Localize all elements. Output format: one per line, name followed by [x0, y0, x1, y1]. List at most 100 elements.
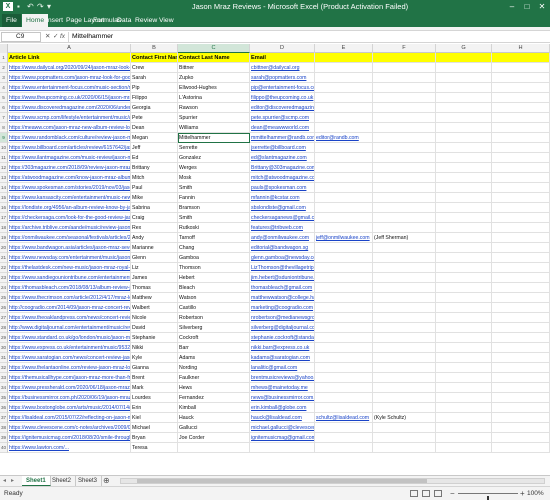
cell-a5[interactable]: https://www.theupcoming.co.uk/2020/06/15…: [8, 93, 131, 103]
cell-h8[interactable]: [492, 123, 550, 133]
cell-f1[interactable]: [373, 53, 436, 63]
cell-h5[interactable]: [492, 93, 550, 103]
cell-c12[interactable]: Werges: [178, 163, 250, 173]
cell-e25[interactable]: [315, 293, 373, 303]
cell-f5[interactable]: [373, 93, 436, 103]
row-header[interactable]: 20: [0, 243, 8, 253]
cell-a25[interactable]: https://www.thecrimson.com/article/2012/…: [8, 293, 131, 303]
cell-a38[interactable]: https://www.clevescene.com/c-notes/archi…: [8, 423, 131, 433]
maximize-button[interactable]: □: [520, 0, 534, 13]
cell-g14[interactable]: [436, 183, 492, 193]
cell-b8[interactable]: Dean: [131, 123, 178, 133]
cell-h33[interactable]: [492, 373, 550, 383]
cell-c25[interactable]: Watson: [178, 293, 250, 303]
row-header[interactable]: 28: [0, 323, 8, 333]
row-header[interactable]: 9: [0, 133, 8, 143]
cell-f13[interactable]: [373, 173, 436, 183]
cell-d33[interactable]: brentmusicreviews@yahoo.com: [250, 373, 315, 383]
cell-e34[interactable]: [315, 383, 373, 393]
cell-a21[interactable]: https://www.newsday.com/entertainment/mu…: [8, 253, 131, 263]
cell-a27[interactable]: https://www.theoaklandpress.com/news/con…: [8, 313, 131, 323]
cell-d26[interactable]: marketing@coogradio.com: [250, 303, 315, 313]
row-header[interactable]: 29: [0, 333, 8, 343]
cell-c24[interactable]: Bleach: [178, 283, 250, 293]
cell-b17[interactable]: Craig: [131, 213, 178, 223]
cell-a10[interactable]: https://www.billboard.com/articles/revie…: [8, 143, 131, 153]
zoom-level[interactable]: 100%: [527, 487, 544, 500]
cell-f37[interactable]: (Kyle Schultz): [373, 413, 436, 423]
row-header[interactable]: 27: [0, 313, 8, 323]
column-header-h[interactable]: H: [492, 44, 550, 53]
cell-b19[interactable]: Andy: [131, 233, 178, 243]
column-header-e[interactable]: E: [315, 44, 373, 53]
cell-e13[interactable]: [315, 173, 373, 183]
cell-a8[interactable]: https://meaww.com/jason-mraz-new-album-r…: [8, 123, 131, 133]
cell-b31[interactable]: Kyle: [131, 353, 178, 363]
cell-d7[interactable]: pete.spurrier@scmp.com: [250, 113, 315, 123]
cell-a16[interactable]: https://londiste.org/4956/an-album-revie…: [8, 203, 131, 213]
cell-d40[interactable]: [250, 443, 315, 453]
cell-a17[interactable]: https://checkersaga.com/look-for-the-goo…: [8, 213, 131, 223]
cell-c6[interactable]: Rawson: [178, 103, 250, 113]
cell-g15[interactable]: [436, 193, 492, 203]
cell-e22[interactable]: [315, 263, 373, 273]
cell-d16[interactable]: sbslondiste@gmail.com: [250, 203, 315, 213]
tab-file[interactable]: File: [2, 14, 21, 27]
cell-d11[interactable]: ed@slantmagazine.com: [250, 153, 315, 163]
redo-icon[interactable]: ↷: [37, 1, 44, 12]
first-sheet-icon[interactable]: ◂: [3, 477, 6, 486]
cell-a11[interactable]: https://www.ilantmagazine.com/music-revi…: [8, 153, 131, 163]
cell-f26[interactable]: [373, 303, 436, 313]
cell-d37[interactable]: hauck@lisaldead.com: [250, 413, 315, 423]
cell-a20[interactable]: https://www.bandwagon.asia/articles/jaso…: [8, 243, 131, 253]
cell-g22[interactable]: [436, 263, 492, 273]
cell-c13[interactable]: Mosk: [178, 173, 250, 183]
cell-f28[interactable]: [373, 323, 436, 333]
row-header[interactable]: 24: [0, 283, 8, 293]
cell-h10[interactable]: [492, 143, 550, 153]
cell-b38[interactable]: Michael: [131, 423, 178, 433]
cell-e21[interactable]: [315, 253, 373, 263]
cancel-icon[interactable]: ✕: [45, 32, 50, 42]
cell-e2[interactable]: [315, 63, 373, 73]
cell-b12[interactable]: Brittany: [131, 163, 178, 173]
cell-e31[interactable]: [315, 353, 373, 363]
formula-input[interactable]: Mittelhammer: [68, 32, 546, 42]
cell-a37[interactable]: https://lisaldeal.com/2015/07/22/reflect…: [8, 413, 131, 423]
cell-h16[interactable]: [492, 203, 550, 213]
cell-g38[interactable]: [436, 423, 492, 433]
cell-d21[interactable]: glenn.gamboa@newsday.com: [250, 253, 315, 263]
cell-c35[interactable]: Fernandez: [178, 393, 250, 403]
cell-b39[interactable]: Bryan: [131, 433, 178, 443]
cell-f32[interactable]: [373, 363, 436, 373]
cell-b24[interactable]: Thomas: [131, 283, 178, 293]
cell-c9[interactable]: Mittelhammer: [178, 133, 250, 143]
cell-b33[interactable]: Brent: [131, 373, 178, 383]
cell-e38[interactable]: [315, 423, 373, 433]
cell-g5[interactable]: [436, 93, 492, 103]
row-header[interactable]: 39: [0, 433, 8, 443]
cell-b34[interactable]: Mark: [131, 383, 178, 393]
cell-d8[interactable]: dean@meawwworld.com: [250, 123, 315, 133]
cell-f35[interactable]: [373, 393, 436, 403]
cell-a31[interactable]: https://www.saratogian.com/news/concert-…: [8, 353, 131, 363]
cell-h35[interactable]: [492, 393, 550, 403]
cell-c2[interactable]: Bittner: [178, 63, 250, 73]
cell-h4[interactable]: [492, 83, 550, 93]
zoom-out-button[interactable]: −: [450, 487, 455, 500]
cell-d9[interactable]: mmittelhammer@randb.com: [250, 133, 315, 143]
cell-c22[interactable]: Thomson: [178, 263, 250, 273]
cell-b20[interactable]: Marianne: [131, 243, 178, 253]
sheet-tab-sheet3[interactable]: Sheet3: [74, 476, 103, 486]
column-header-f[interactable]: F: [373, 44, 436, 53]
row-header[interactable]: 21: [0, 253, 8, 263]
cell-d14[interactable]: pauls@spokesman.com: [250, 183, 315, 193]
cell-f21[interactable]: [373, 253, 436, 263]
cell-h11[interactable]: [492, 153, 550, 163]
cell-f29[interactable]: [373, 333, 436, 343]
next-sheet-icon[interactable]: ▸: [11, 477, 14, 486]
cell-f9[interactable]: [373, 133, 436, 143]
cell-c14[interactable]: Smith: [178, 183, 250, 193]
cell-a13[interactable]: https://atwoodmagazine.com/know-jason-mr…: [8, 173, 131, 183]
cell-a3[interactable]: https://www.popmatters.com/jason-mraz-lo…: [8, 73, 131, 83]
